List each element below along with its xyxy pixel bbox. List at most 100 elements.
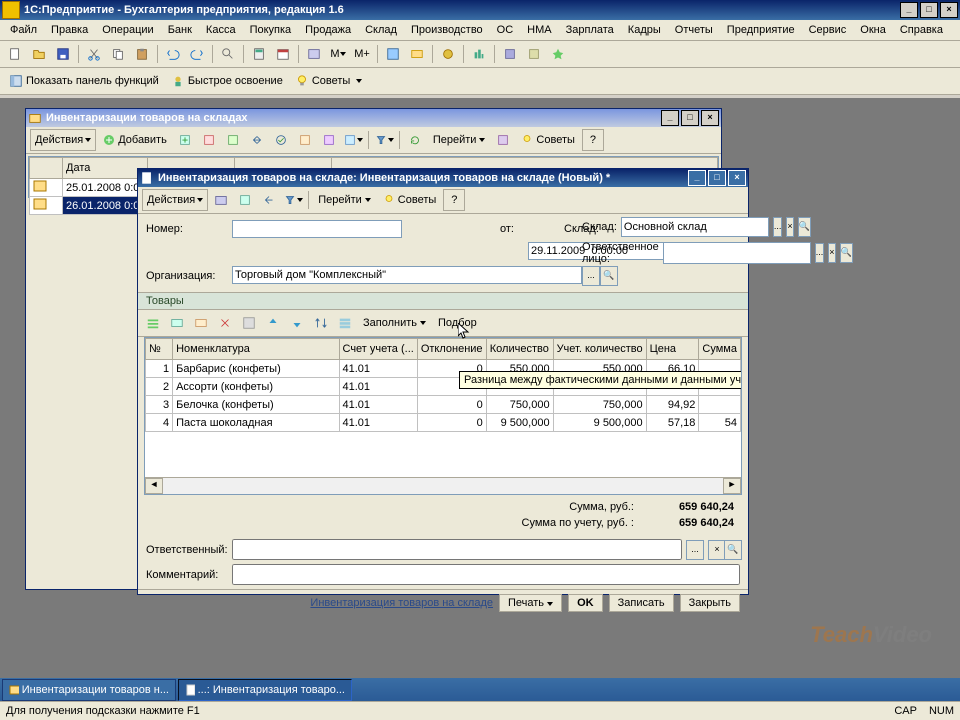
menu-enterprise[interactable]: Предприятие: [721, 22, 801, 38]
print-form-link[interactable]: Инвентаризация товаров на складе: [310, 597, 493, 609]
list-go-button[interactable]: Перейти: [428, 129, 491, 151]
copy-icon[interactable]: [107, 43, 129, 65]
menu-os[interactable]: ОС: [491, 22, 520, 38]
row-del-icon[interactable]: [214, 312, 236, 334]
list-tb-9[interactable]: [373, 129, 395, 151]
col-date[interactable]: Дата: [63, 158, 148, 179]
task-button-2[interactable]: ...: Инвентаризация товаро...: [178, 679, 352, 701]
list-tb-5[interactable]: [270, 129, 292, 151]
tb1-icon-h[interactable]: [499, 43, 521, 65]
wh-clear-button[interactable]: ×: [786, 217, 793, 237]
menu-operations[interactable]: Операции: [96, 22, 159, 38]
tips-button[interactable]: Советы: [290, 70, 367, 92]
row-add-icon[interactable]: [142, 312, 164, 334]
responsible-input[interactable]: [232, 539, 682, 560]
cut-icon[interactable]: [83, 43, 105, 65]
number-input[interactable]: [232, 220, 402, 238]
doc-tb-4[interactable]: [282, 189, 304, 211]
menu-salary[interactable]: Зарплата: [560, 22, 620, 38]
tb1-icon-f[interactable]: [437, 43, 459, 65]
col-nom[interactable]: Номенклатура: [173, 339, 339, 360]
org-input[interactable]: [232, 266, 582, 284]
tb1-icon-d[interactable]: [382, 43, 404, 65]
row-end-icon[interactable]: [238, 312, 260, 334]
doc-max-button[interactable]: □: [708, 170, 726, 186]
doc-actions-button[interactable]: Действия: [142, 189, 208, 211]
h-scrollbar[interactable]: ◄►: [145, 477, 741, 494]
list-actions-button[interactable]: Действия: [30, 129, 96, 151]
r2-select-button[interactable]: ...: [686, 540, 704, 560]
tb1-icon-e[interactable]: [406, 43, 428, 65]
tb1-icon-b[interactable]: M: [327, 43, 349, 65]
list-tb-4[interactable]: [246, 129, 268, 151]
list-tb-10[interactable]: [492, 129, 514, 151]
pick-button[interactable]: Подбор: [433, 312, 482, 334]
new-doc-icon[interactable]: [4, 43, 26, 65]
comment-input[interactable]: [232, 564, 740, 585]
tab-goods[interactable]: Товары: [138, 292, 748, 310]
fast-learn-button[interactable]: Быстрое освоение: [166, 70, 288, 92]
row-up-icon[interactable]: [262, 312, 284, 334]
resp-input[interactable]: [663, 242, 811, 264]
print-button[interactable]: Печать: [499, 594, 562, 612]
menu-production[interactable]: Производство: [405, 22, 489, 38]
doc-tips-button[interactable]: Советы: [378, 189, 441, 211]
find-icon[interactable]: [217, 43, 239, 65]
list-tb-7[interactable]: [318, 129, 340, 151]
list-min-button[interactable]: _: [661, 110, 679, 126]
list-add-button[interactable]: Добавить: [98, 129, 172, 151]
row-copy-icon[interactable]: [166, 312, 188, 334]
open-icon[interactable]: [28, 43, 50, 65]
list-help-button[interactable]: ?: [582, 129, 604, 151]
col-n[interactable]: №: [146, 339, 173, 360]
doc-go-button[interactable]: Перейти: [313, 189, 376, 211]
list-tb-1[interactable]: [174, 129, 196, 151]
col-price[interactable]: Цена: [646, 339, 699, 360]
wh-open-button[interactable]: 🔍: [798, 217, 811, 237]
menu-windows[interactable]: Окна: [854, 22, 892, 38]
doc-min-button[interactable]: _: [688, 170, 706, 186]
list-tips-button[interactable]: Советы: [516, 129, 579, 151]
tb1-icon-i[interactable]: [523, 43, 545, 65]
close-button[interactable]: ×: [940, 2, 958, 18]
col-dev[interactable]: Отклонение: [417, 339, 486, 360]
menu-nma[interactable]: НМА: [521, 22, 557, 38]
row-sort-icon[interactable]: [310, 312, 332, 334]
menu-sale[interactable]: Продажа: [299, 22, 357, 38]
tb1-icon-g[interactable]: [468, 43, 490, 65]
col-qty[interactable]: Количество: [486, 339, 553, 360]
r2-open-button[interactable]: 🔍: [724, 540, 742, 560]
doc-help-button[interactable]: ?: [443, 189, 465, 211]
list-refresh-icon[interactable]: [404, 129, 426, 151]
col-aqty[interactable]: Учет. количество: [553, 339, 646, 360]
wh-select-button[interactable]: ...: [773, 217, 783, 237]
calc-icon[interactable]: [248, 43, 270, 65]
table-row[interactable]: 3Белочка (конфеты)41.010750,000750,00094…: [146, 396, 741, 414]
org-select-button[interactable]: ...: [582, 266, 600, 286]
tb1-icon-j[interactable]: [547, 43, 569, 65]
doc-close-button[interactable]: ×: [728, 170, 746, 186]
close-doc-button[interactable]: Закрыть: [680, 594, 740, 612]
show-panel-button[interactable]: Показать панель функций: [4, 70, 164, 92]
list-tb-8[interactable]: [342, 129, 364, 151]
menu-personnel[interactable]: Кадры: [622, 22, 667, 38]
ok-button[interactable]: OK: [568, 594, 603, 612]
menu-service[interactable]: Сервис: [803, 22, 853, 38]
menu-bank[interactable]: Банк: [162, 22, 198, 38]
minimize-button[interactable]: _: [900, 2, 918, 18]
resp-open-button[interactable]: 🔍: [840, 243, 853, 263]
list-max-button[interactable]: □: [681, 110, 699, 126]
org-open-button[interactable]: 🔍: [600, 266, 618, 286]
fill-button[interactable]: Заполнить: [358, 312, 431, 334]
task-button-1[interactable]: Инвентаризации товаров н...: [2, 679, 176, 701]
menu-cash[interactable]: Касса: [200, 22, 242, 38]
menu-help[interactable]: Справка: [894, 22, 949, 38]
col-sum[interactable]: Сумма: [699, 339, 741, 360]
tb1-icon-c[interactable]: M+: [351, 43, 373, 65]
row-edit-icon[interactable]: [190, 312, 212, 334]
paste-icon[interactable]: [131, 43, 153, 65]
menu-file[interactable]: Файл: [4, 22, 43, 38]
doc-tb-2[interactable]: [234, 189, 256, 211]
undo-icon[interactable]: [162, 43, 184, 65]
row-sort2-icon[interactable]: [334, 312, 356, 334]
